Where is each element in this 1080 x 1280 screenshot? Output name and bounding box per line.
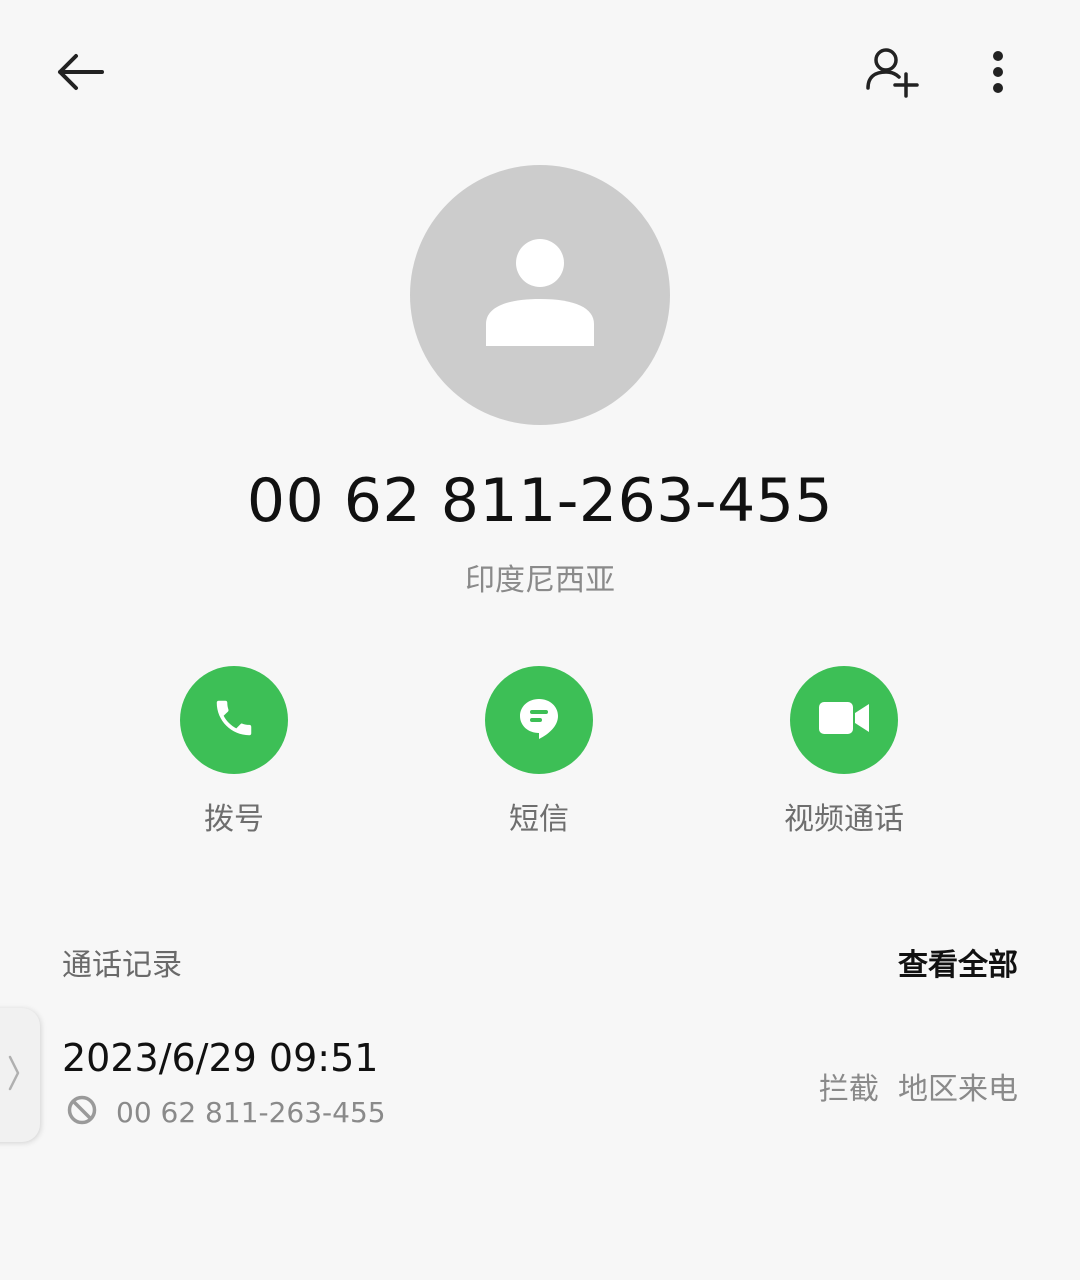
video-camera-icon [817,698,871,742]
video-call-label: 视频通话 [784,802,904,837]
dial-button[interactable] [180,666,288,774]
add-contact-button[interactable] [852,34,932,114]
contact-avatar [410,165,670,425]
sms-label: 短信 [509,802,569,837]
person-placeholder-icon [485,238,595,352]
chevron-right-icon [7,1053,21,1097]
dial-label: 拨号 [204,802,264,837]
view-all-link[interactable]: 查看全部 [898,940,1018,984]
video-call-button[interactable] [790,666,898,774]
person-add-icon [864,46,920,102]
sms-action: 短信 [419,666,659,838]
message-icon [516,695,562,745]
contact-location: 印度尼西亚 [465,563,615,598]
side-panel-handle[interactable] [0,1008,40,1142]
more-vertical-icon [992,50,1004,98]
more-options-button[interactable] [958,34,1038,114]
call-record-time: 2023/6/29 09:51 [62,1036,379,1080]
call-log-title: 通话记录 [62,948,182,983]
call-record-number: 00 62 811-263-455 [116,1095,386,1129]
call-record-row[interactable]: 2023/6/29 09:51 00 62 811-263-455 拦截 地区来… [0,1020,1080,1150]
blocked-icon [66,1094,98,1130]
back-button[interactable] [40,34,120,114]
call-record-tags: 拦截 地区来电 [818,1072,1018,1107]
sms-button[interactable] [485,666,593,774]
arrow-left-icon [54,52,106,96]
dial-action: 拨号 [114,666,354,838]
phone-icon [211,695,257,745]
contact-phone-number: 00 62 811-263-455 [246,466,834,536]
video-call-action: 视频通话 [724,666,964,838]
call-record-detail: 00 62 811-263-455 [66,1094,386,1130]
